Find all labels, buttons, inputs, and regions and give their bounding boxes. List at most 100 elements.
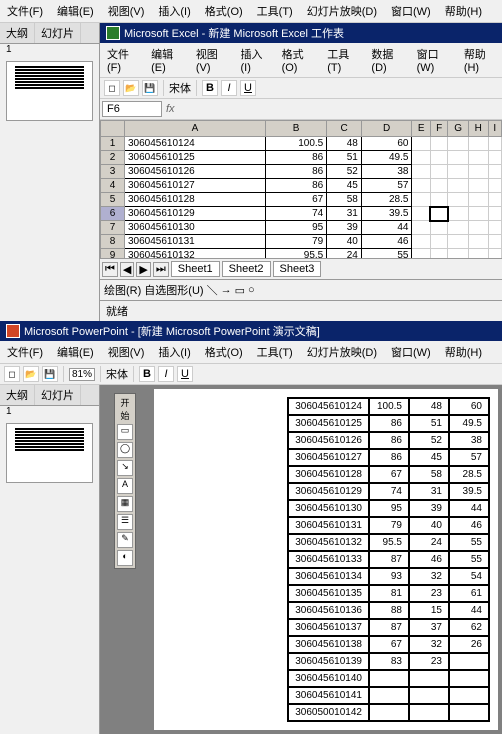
table-cell[interactable]: 306045610128 <box>288 466 369 483</box>
cell[interactable] <box>448 221 469 235</box>
menu-window[interactable]: 窗口(W) <box>388 2 434 20</box>
tool-icon[interactable]: ◐ <box>117 550 133 566</box>
cell[interactable] <box>412 235 430 249</box>
ppt-menu-window[interactable]: 窗口(W) <box>388 343 434 361</box>
cell[interactable]: 306045610124 <box>125 137 266 151</box>
cell[interactable] <box>448 151 469 165</box>
excel-menubar[interactable]: 文件(F) 编辑(E) 视图(V) 插入(I) 格式(O) 工具(T) 数据(D… <box>100 43 502 78</box>
arrow-icon[interactable]: → <box>221 284 232 296</box>
table-cell[interactable]: 86 <box>369 432 409 449</box>
table-cell[interactable]: 88 <box>369 602 409 619</box>
cell[interactable] <box>430 193 447 207</box>
ppt-menu-file[interactable]: 文件(F) <box>4 343 46 361</box>
cell[interactable] <box>488 151 501 165</box>
table-cell[interactable]: 38 <box>449 432 489 449</box>
autoshape-label[interactable]: 自选图形(U) <box>144 282 203 298</box>
col-header[interactable]: B <box>266 121 327 137</box>
cell[interactable] <box>430 207 447 221</box>
tool-icon[interactable]: ✎ <box>117 532 133 548</box>
cell[interactable]: 52 <box>327 165 362 179</box>
table-cell[interactable]: 306045610129 <box>288 483 369 500</box>
row-header[interactable]: 2 <box>101 151 125 165</box>
ppt-menu-tools[interactable]: 工具(T) <box>254 343 296 361</box>
excel-menu-help[interactable]: 帮助(H) <box>461 45 498 75</box>
cell[interactable]: 306045610128 <box>125 193 266 207</box>
table-cell[interactable]: 306045610125 <box>288 415 369 432</box>
table-cell[interactable]: 46 <box>409 551 449 568</box>
table-cell[interactable]: 95 <box>369 500 409 517</box>
ppt-menubar[interactable]: 文件(F) 编辑(E) 视图(V) 插入(I) 格式(O) 工具(T) 幻灯片放… <box>0 341 502 364</box>
cell[interactable] <box>448 249 469 259</box>
table-cell[interactable] <box>449 687 489 704</box>
table-cell[interactable]: 52 <box>409 432 449 449</box>
table-cell[interactable]: 95.5 <box>369 534 409 551</box>
ppt-menu-insert[interactable]: 插入(I) <box>155 343 193 361</box>
table-cell[interactable]: 40 <box>409 517 449 534</box>
table-cell[interactable]: 87 <box>369 619 409 636</box>
sheet3-tab[interactable]: Sheet3 <box>273 261 322 277</box>
cell[interactable]: 57 <box>361 179 412 193</box>
cell[interactable]: 86 <box>266 165 327 179</box>
menu-view[interactable]: 视图(V) <box>105 2 148 20</box>
table-cell[interactable]: 55 <box>449 551 489 568</box>
row-header[interactable]: 7 <box>101 221 125 235</box>
cell[interactable] <box>412 221 430 235</box>
oval-icon[interactable]: ○ <box>248 284 255 296</box>
cell[interactable]: 44 <box>361 221 412 235</box>
menu-tools[interactable]: 工具(T) <box>254 2 296 20</box>
table-cell[interactable]: 306045610134 <box>288 568 369 585</box>
cell[interactable]: 39 <box>327 221 362 235</box>
table-cell[interactable]: 39 <box>409 500 449 517</box>
col-header[interactable]: C <box>327 121 362 137</box>
table-cell[interactable]: 306050010142 <box>288 704 369 721</box>
cell[interactable] <box>488 249 501 259</box>
menu-slideshow[interactable]: 幻灯片放映(D) <box>304 2 380 20</box>
excel-menu-insert[interactable]: 插入(I) <box>237 45 270 75</box>
table-cell[interactable]: 31 <box>409 483 449 500</box>
table-cell[interactable] <box>369 670 409 687</box>
table-cell[interactable] <box>449 704 489 721</box>
table-cell[interactable] <box>409 670 449 687</box>
cell[interactable]: 306045610130 <box>125 221 266 235</box>
underline-icon[interactable]: U <box>240 80 256 96</box>
table-cell[interactable]: 58 <box>409 466 449 483</box>
excel-toolbar[interactable]: ◻ 📂 💾 宋体 B I U <box>100 78 502 99</box>
table-cell[interactable]: 32 <box>409 636 449 653</box>
col-header[interactable]: G <box>448 121 469 137</box>
new-icon[interactable]: ◻ <box>4 366 20 382</box>
menu-format[interactable]: 格式(O) <box>202 2 246 20</box>
table-cell[interactable] <box>369 704 409 721</box>
table-cell[interactable]: 60 <box>449 398 489 415</box>
nav-next-icon[interactable]: ▶ <box>136 262 150 277</box>
ppt-menu-edit[interactable]: 编辑(E) <box>54 343 97 361</box>
ppt-tab-slides[interactable]: 幻灯片 <box>35 385 81 405</box>
table-cell[interactable]: 79 <box>369 517 409 534</box>
row-header[interactable]: 8 <box>101 235 125 249</box>
open-icon[interactable]: 📂 <box>23 366 39 382</box>
cell[interactable] <box>412 193 430 207</box>
tool-icon[interactable]: ☰ <box>117 514 133 530</box>
cell[interactable]: 100.5 <box>266 137 327 151</box>
cell[interactable] <box>488 221 501 235</box>
cell[interactable] <box>412 137 430 151</box>
table-cell[interactable]: 46 <box>449 517 489 534</box>
menu-file[interactable]: 文件(F) <box>4 2 46 20</box>
cell[interactable]: 67 <box>266 193 327 207</box>
table-cell[interactable]: 306045610135 <box>288 585 369 602</box>
table-cell[interactable] <box>369 687 409 704</box>
table-cell[interactable]: 32 <box>409 568 449 585</box>
table-cell[interactable]: 28.5 <box>449 466 489 483</box>
cell[interactable] <box>468 249 488 259</box>
excel-menu-window[interactable]: 窗口(W) <box>414 45 453 75</box>
tool-icon[interactable]: ▦ <box>117 496 133 512</box>
italic-icon[interactable]: I <box>221 80 237 96</box>
table-cell[interactable] <box>449 670 489 687</box>
ppt-slide-thumbnail[interactable] <box>6 423 93 483</box>
italic-icon[interactable]: I <box>158 366 174 382</box>
cell[interactable] <box>412 249 430 259</box>
bold-icon[interactable]: B <box>139 366 155 382</box>
cell[interactable]: 74 <box>266 207 327 221</box>
tool-icon[interactable]: ↘ <box>117 460 133 476</box>
rect-icon[interactable]: ▭ <box>235 284 245 297</box>
table-cell[interactable]: 86 <box>369 449 409 466</box>
